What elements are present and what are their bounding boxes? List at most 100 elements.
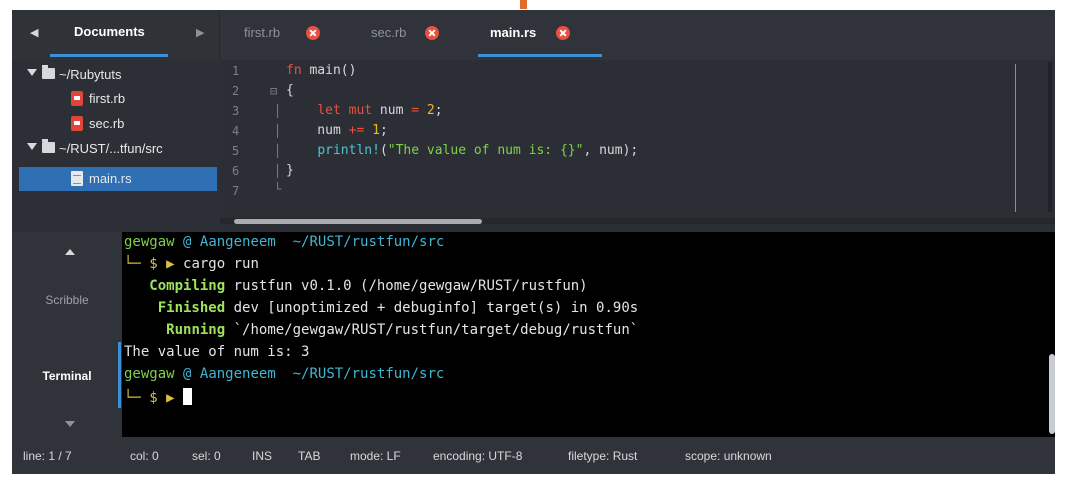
fold-guide: │ [274, 144, 282, 158]
line-number: 7 [232, 184, 240, 198]
sidebar-tab-strip: ◀ Documents ▶ [12, 10, 220, 60]
tab-label: first.rb [244, 25, 281, 40]
fold-marker-icon[interactable]: ⊟ [270, 84, 277, 98]
status-scope: scope: unknown [685, 449, 772, 463]
active-tab-indicator [478, 54, 602, 57]
tree-item-sec-rb[interactable]: sec.rb [12, 112, 220, 136]
window-accent-mark [520, 0, 527, 9]
fold-end: └ [274, 182, 282, 196]
status-ins: INS [252, 449, 273, 463]
code-token: mut [348, 103, 373, 118]
geany-editor-window: ◀ Documents ▶ first.rb sec.rb main.rs ~/… [12, 10, 1055, 474]
line-number: 1 [232, 64, 240, 78]
terminal-finished-line: Finished dev [unoptimized + debuginfo] t… [157, 300, 639, 316]
folder-icon [42, 139, 55, 153]
arrow-up-icon[interactable] [65, 249, 75, 255]
tree-item-label: ~/Rubytuts [59, 67, 122, 82]
code-token: { [286, 83, 294, 98]
active-tab-indicator [118, 342, 121, 408]
code-line: fn main() [286, 63, 356, 78]
arrow-right-icon[interactable]: ▶ [196, 26, 204, 39]
horizontal-scrollbar-thumb[interactable] [234, 219, 482, 224]
tree-item-rust-src[interactable]: ~/RUST/...tfun/src [12, 137, 220, 161]
tab-terminal[interactable]: Terminal [12, 369, 122, 383]
line-number: 6 [232, 164, 240, 178]
code-token: num [286, 123, 349, 138]
code-token: ( [379, 143, 388, 158]
close-circle-icon[interactable] [306, 26, 320, 40]
tab-documents[interactable]: Documents [74, 24, 145, 39]
status-bar: line: 1 / 7 col: 0 sel: 0 INS TAB mode: … [12, 437, 1055, 474]
code-editor[interactable]: 1 2 3 4 5 6 7 ⊟ │ │ │ │ └ fn main() { let… [220, 60, 1055, 232]
close-circle-icon[interactable] [425, 26, 439, 40]
expand-triangle-icon[interactable] [27, 143, 37, 150]
line-number: 2 [232, 84, 240, 98]
code-token: = [411, 103, 420, 118]
status-sel: sel: 0 [192, 449, 221, 463]
terminal-running-line: Running `/home/gewgaw/RUST/rustfun/targe… [166, 322, 639, 338]
status-encoding: encoding: UTF-8 [433, 449, 523, 463]
tab-scribble[interactable]: Scribble [12, 293, 122, 307]
status-filetype: filetype: Rust [568, 449, 638, 463]
ruby-file-icon [71, 116, 83, 131]
terminal-input-line[interactable]: └─ $ ▶ [124, 388, 193, 406]
message-window-tabs: Scribble Terminal [12, 232, 122, 437]
code-token: main() [301, 63, 357, 78]
code-token: += [348, 123, 365, 138]
text-file-icon [71, 171, 83, 186]
tree-item-rubytuts[interactable]: ~/Rubytuts [12, 63, 220, 87]
code-token: println! [317, 143, 380, 158]
code-token: 2 [426, 103, 435, 118]
code-token: } [286, 163, 294, 178]
arrow-left-icon[interactable]: ◀ [30, 26, 38, 39]
code-token: num [372, 103, 412, 118]
code-token: fn [286, 63, 302, 78]
tab-main-rs[interactable]: main.rs [478, 10, 602, 60]
code-line: let mut num = 2; [286, 103, 442, 118]
tree-item-label: first.rb [89, 91, 126, 106]
ruby-file-icon [71, 91, 83, 106]
expand-triangle-icon[interactable] [27, 69, 37, 76]
tree-item-first-rb[interactable]: first.rb [12, 87, 220, 111]
status-col: col: 0 [130, 449, 159, 463]
terminal-command-line: └─ $ ▶ cargo run [124, 256, 259, 272]
tree-item-label: main.rs [89, 171, 132, 186]
code-token: , num); [583, 143, 639, 158]
code-token: let [317, 103, 341, 118]
file-tree: ~/Rubytuts first.rb sec.rb ~/RUST/...tfu… [12, 60, 220, 232]
status-line: line: 1 / 7 [23, 449, 72, 463]
code-token: "The value of num is: {}" [387, 143, 584, 158]
line-number-gutter: 1 2 3 4 5 6 7 ⊟ │ │ │ │ └ [220, 60, 281, 210]
fold-guide: │ [274, 104, 282, 118]
line-number: 3 [232, 104, 240, 118]
status-mode: mode: LF [350, 449, 401, 463]
tree-item-label: ~/RUST/...tfun/src [59, 141, 163, 156]
code-token: ; [379, 123, 388, 138]
terminal-output-line: The value of num is: 3 [124, 344, 310, 360]
close-circle-icon[interactable] [556, 26, 570, 40]
arrow-down-icon[interactable] [65, 421, 75, 427]
active-tab-indicator [50, 54, 168, 57]
terminal-prompt-line: gewgaw @ Aangeneem ~/RUST/rustfun/src [124, 366, 445, 382]
terminal-compiling-line: Compiling rustfun v0.1.0 (/home/gewgaw/R… [149, 278, 588, 294]
line-number: 4 [232, 124, 240, 138]
tab-label: main.rs [490, 25, 537, 40]
vertical-scrollbar[interactable] [1048, 62, 1052, 212]
tree-item-label: sec.rb [89, 116, 125, 131]
tab-label: sec.rb [371, 25, 407, 40]
code-line: println!("The value of num is: {}", num)… [286, 143, 638, 158]
terminal-panel[interactable]: gewgaw @ Aangeneem ~/RUST/rustfun/src └─… [122, 232, 1055, 437]
code-token: 1 [372, 123, 380, 138]
fold-guide: │ [274, 164, 282, 178]
long-line-marker [1015, 64, 1016, 212]
terminal-prompt-line: gewgaw @ Aangeneem ~/RUST/rustfun/src [124, 234, 445, 250]
tab-first-rb[interactable]: first.rb [244, 10, 334, 60]
folder-icon [42, 65, 55, 79]
terminal-scrollbar[interactable] [1049, 354, 1055, 434]
tree-item-main-rs[interactable]: main.rs [19, 167, 217, 191]
tab-sec-rb[interactable]: sec.rb [371, 10, 461, 60]
